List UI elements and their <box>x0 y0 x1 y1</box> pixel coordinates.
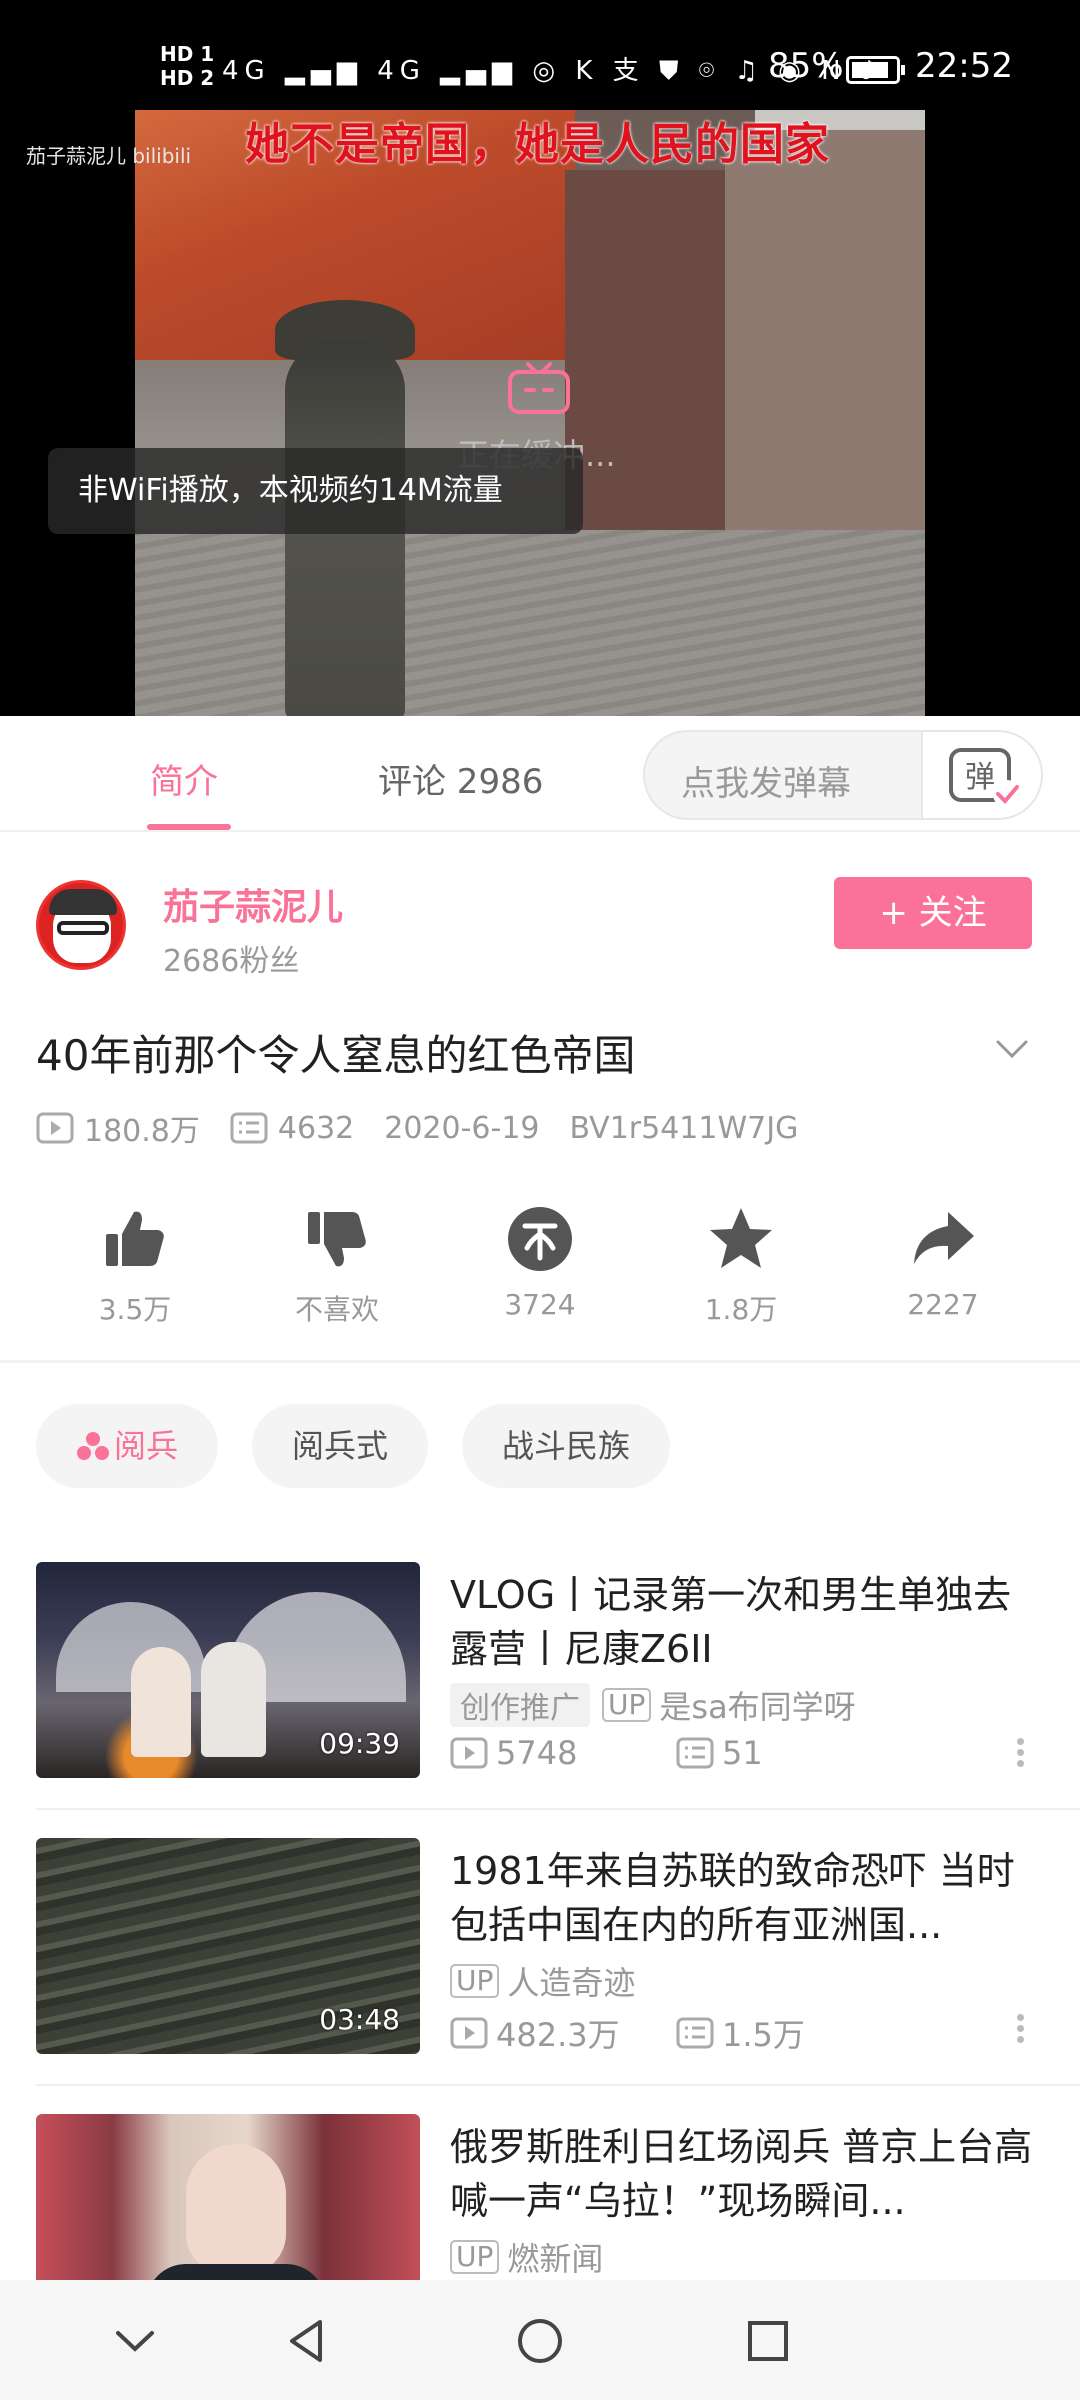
recommended-stats: 5748 51 <box>450 1734 763 1772</box>
bilibili-tv-icon <box>508 362 570 414</box>
video-thumbnail[interactable]: 09:39 <box>36 1562 420 1778</box>
uploader-name[interactable]: 茄子蒜泥儿 <box>163 878 343 930</box>
danmaku-button-text: 弹 <box>965 760 995 795</box>
danmaku-count: 4632 <box>277 1110 355 1146</box>
recommended-stats: 482.3万 1.5万 <box>450 2010 805 2056</box>
danmaku-placeholder: 点我发弹幕 <box>681 764 851 804</box>
favorite-count: 1.8万 <box>704 1293 778 1326</box>
share-icon <box>914 1212 974 1264</box>
chevron-down-icon[interactable] <box>994 1030 1030 1066</box>
recommended-views: 5748 <box>496 1734 578 1772</box>
home-icon[interactable] <box>515 2316 565 2366</box>
tag-label: 阅兵 <box>114 1427 179 1465</box>
tab-comments[interactable]: 评论 2986 <box>378 754 543 803</box>
recommended-video[interactable]: 03:48 1981年来自苏联的致命恐吓 当时包括中国在内的所有亚洲国... U… <box>0 1838 1080 2114</box>
thumbs-down-icon <box>308 1212 366 1267</box>
video-thumbnail[interactable]: 03:48 <box>36 1838 420 2054</box>
battery-icon <box>846 56 905 84</box>
danmaku-count-icon <box>230 1112 268 1144</box>
more-options-icon[interactable] <box>1010 2010 1030 2050</box>
play-count-icon <box>450 1737 488 1769</box>
video-watermark: 茄子蒜泥儿 bilibili <box>26 144 192 168</box>
danmaku-toggle-icon: 弹 <box>949 748 1021 808</box>
status-bar: HD 1 HD 2 4G ▂▄▆ 4G ▂▄▆ ◎ K 支 ⛊ ⌾ ♫ ◉ N … <box>0 0 1080 140</box>
share-button[interactable]: 2227 <box>878 1204 1008 1321</box>
recommended-video[interactable]: 09:39 VLOG丨记录第一次和男生单独去露营丨尼康Z6II 创作推广 UP … <box>0 1562 1080 1838</box>
recent-apps-icon[interactable] <box>743 2316 793 2366</box>
up-badge-icon: UP <box>602 1688 652 1722</box>
system-nav-bar <box>0 2280 1080 2400</box>
video-player[interactable]: 茄子蒜泥儿 bilibili 她不是帝国，她是人民的国家 HD 1 HD 2 4… <box>0 0 1080 716</box>
back-icon[interactable] <box>282 2316 332 2366</box>
action-bar: 3.5万 不喜欢 3724 1.8万 2227 <box>0 1204 1080 1354</box>
list-divider <box>36 2084 1080 2086</box>
danmaku-input[interactable]: 点我发弹幕 弹 <box>643 730 1043 820</box>
chevron-down-icon[interactable] <box>110 2316 160 2366</box>
uploader-fans: 2686粉丝 <box>163 944 300 979</box>
tag-2[interactable]: 战斗民族 <box>462 1404 671 1488</box>
video-duration: 03:48 <box>319 2003 400 2036</box>
video-meta: 180.8万 4632 2020-6-19 BV1r5411W7JG <box>36 1106 828 1150</box>
dislike-button[interactable]: 不喜欢 <box>272 1204 402 1328</box>
recommended-author: 燃新闻 <box>507 2240 604 2278</box>
tag-0[interactable]: 阅兵 <box>36 1404 219 1488</box>
section-divider <box>0 1360 1080 1363</box>
like-count: 3.5万 <box>98 1293 172 1326</box>
up-badge-icon: UP <box>450 1964 500 1998</box>
recommended-title: VLOG丨记录第一次和男生单独去露营丨尼康Z6II <box>450 1573 1012 1671</box>
promo-badge: 创作推广 <box>450 1683 590 1727</box>
tag-1[interactable]: 阅兵式 <box>252 1404 429 1488</box>
recommended-title: 1981年来自苏联的致命恐吓 当时包括中国在内的所有亚洲国... <box>450 1849 1015 1947</box>
play-count-icon <box>450 2017 488 2049</box>
clock: 22:52 <box>915 46 1013 86</box>
detail-tabs: 简介 评论 2986 点我发弹幕 弹 <box>0 716 1080 832</box>
play-count-icon <box>36 1112 74 1144</box>
recommended-danmaku: 1.5万 <box>722 2016 805 2054</box>
coin-icon <box>508 1207 572 1271</box>
view-count: 180.8万 <box>84 1114 200 1149</box>
tab-intro[interactable]: 简介 <box>150 754 218 803</box>
recommended-views: 482.3万 <box>496 2016 620 2054</box>
favorite-button[interactable]: 1.8万 <box>676 1204 806 1328</box>
recommended-danmaku: 51 <box>722 1734 763 1772</box>
tab-indicator <box>147 824 231 830</box>
like-button[interactable]: 3.5万 <box>70 1204 200 1328</box>
recommended-author-line: 创作推广 UP 是sa布同学呀 <box>450 1682 856 1728</box>
recommended-author-line: UP 燃新闻 <box>450 2234 603 2280</box>
sim-indicator: HD 1 HD 2 <box>160 42 215 90</box>
recommended-author: 是sa布同学呀 <box>659 1688 856 1726</box>
list-divider <box>36 1808 1080 1810</box>
recommended-title: 俄罗斯胜利日红场阅兵 普京上台高喊一声“乌拉！”现场瞬间... <box>450 2125 1033 2223</box>
recommended-author: 人造奇迹 <box>507 1964 636 2002</box>
up-badge-icon: UP <box>450 2240 500 2274</box>
video-title: 40年前那个令人窒息的红色帝国 <box>36 1031 636 1080</box>
danmaku-count-icon <box>676 2017 714 2049</box>
danmaku-toggle-button[interactable]: 弹 <box>921 732 1041 818</box>
dislike-label: 不喜欢 <box>294 1293 379 1326</box>
share-count: 2227 <box>907 1288 979 1321</box>
data-usage-toast: 非WiFi播放，本视频约14M流量 <box>48 448 583 534</box>
more-options-icon[interactable] <box>1010 1734 1030 1774</box>
video-duration: 09:39 <box>319 1727 400 1760</box>
battery-percent: 85% <box>768 46 844 86</box>
star-icon <box>710 1208 772 1268</box>
publish-date: 2020-6-19 <box>384 1110 540 1146</box>
recommended-author-line: UP 人造奇迹 <box>450 1958 635 2004</box>
bvid: BV1r5411W7JG <box>569 1110 799 1146</box>
danmaku-count-icon <box>676 1737 714 1769</box>
follow-button[interactable]: + 关注 <box>834 877 1032 949</box>
activity-icon <box>77 1432 109 1460</box>
uploader-avatar[interactable] <box>36 880 126 970</box>
coin-count: 3724 <box>504 1288 576 1321</box>
thumbs-up-icon <box>106 1211 164 1266</box>
coin-button[interactable]: 3724 <box>475 1204 605 1321</box>
